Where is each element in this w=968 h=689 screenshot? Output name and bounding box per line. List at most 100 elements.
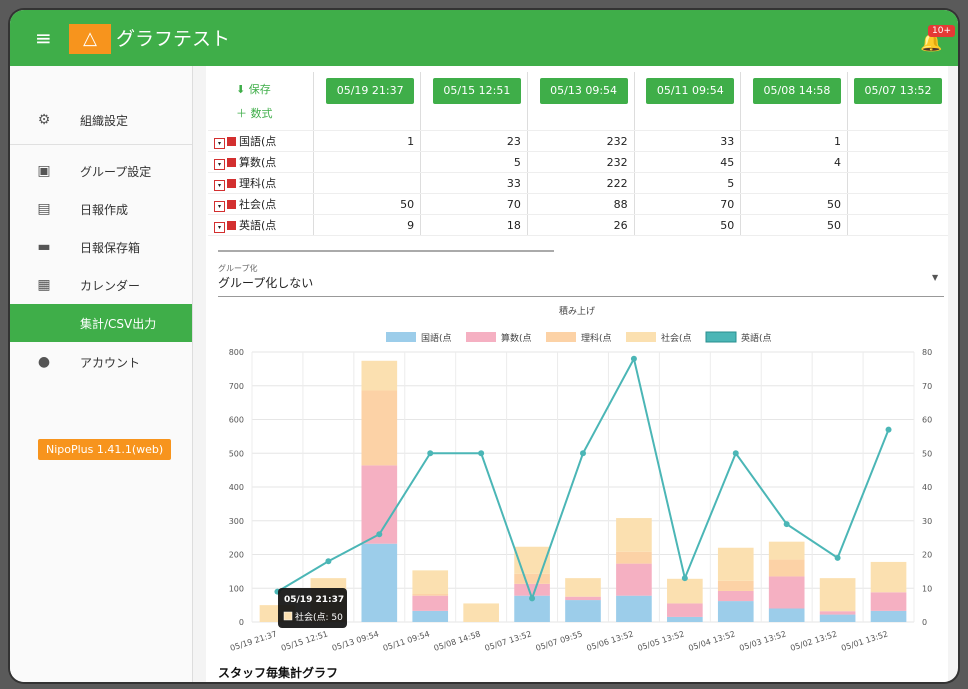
table-row: ▾ 社会(点 50 70 88 70 50 (208, 193, 948, 215)
table-cell[interactable]: 50 (634, 214, 742, 236)
table-scrollbar[interactable] (218, 250, 554, 252)
column-header-button[interactable]: 05/08 14:58 (752, 78, 841, 104)
x-tick-label: 05/04 13:52 (687, 629, 736, 653)
y-right-tick-label: 20 (922, 551, 932, 560)
legend-label: 国語(点 (421, 332, 452, 344)
legend-label: 英語(点 (741, 332, 772, 344)
bar-segment (616, 518, 652, 552)
column-header-button[interactable]: 05/13 09:54 (539, 78, 628, 104)
x-tick-label: 05/13 09:54 (331, 629, 380, 653)
column-header-button[interactable]: 05/19 21:37 (326, 78, 415, 104)
table-cell[interactable]: 50 (740, 193, 848, 215)
bar-segment (565, 600, 601, 622)
row-label[interactable]: ▾ 国語(点 (208, 130, 315, 152)
table-cell[interactable]: 50 (313, 193, 422, 215)
x-tick-label: 05/05 13:52 (636, 629, 685, 653)
sidebar-item-account[interactable]: ● アカウント (10, 343, 192, 381)
save-button[interactable]: ⬇ 保存 (236, 81, 307, 97)
table-cell[interactable]: 70 (420, 193, 528, 215)
stacked-chart: 積み上げ 国語(点 算数(点 理科(点 社会(点 英語(点 0 0 100 10 200 20 30… (229, 305, 932, 653)
table-cell[interactable] (847, 130, 948, 152)
row-label[interactable]: ▾ 算数(点 (208, 151, 315, 173)
chevron-down-icon[interactable]: ▼ (932, 273, 938, 282)
line-point (630, 355, 637, 362)
table-cell[interactable]: 18 (420, 214, 528, 236)
table-cell[interactable] (740, 172, 848, 194)
sidebar-item-report-box[interactable]: ▬ 日報保存箱 (10, 228, 192, 266)
line-point (325, 558, 332, 565)
bar-segment (514, 583, 550, 596)
table-cell[interactable]: 5 (420, 151, 528, 173)
y-right-tick-label: 30 (922, 517, 932, 526)
bar-segment (667, 603, 703, 617)
bar-segment (565, 596, 601, 601)
column-header-button[interactable]: 05/11 09:54 (646, 78, 735, 104)
sidebar-item-group-settings[interactable]: ▣ グループ設定 (10, 152, 192, 190)
row-label[interactable]: ▾ 理科(点 (208, 172, 315, 194)
sidebar: ⚙ 組織設定 ▣ グループ設定 ▤ 日報作成 ▬ 日報保存箱 ▦ カレンダー 集… (10, 66, 193, 682)
column-header-button[interactable]: 05/07 13:52 (854, 78, 942, 104)
table-cell[interactable]: 88 (527, 193, 635, 215)
y-right-tick-label: 10 (922, 584, 932, 593)
row-label[interactable]: ▾ 英語(点 (208, 214, 315, 236)
chevron-down-icon[interactable]: ▾ (214, 201, 225, 212)
sidebar-item-calendar[interactable]: ▦ カレンダー (10, 266, 192, 304)
table-cell[interactable] (847, 193, 948, 215)
table-cell[interactable]: 26 (527, 214, 635, 236)
table-cell[interactable]: 5 (634, 172, 742, 194)
gear-icon: ⚙ (37, 112, 51, 128)
table-cell[interactable] (847, 214, 948, 236)
bar-segment (667, 616, 703, 622)
table-cell[interactable]: 23 (420, 130, 528, 152)
table-cell[interactable] (313, 151, 422, 173)
chevron-down-icon[interactable]: ▾ (214, 222, 225, 233)
y-right-tick-label: 70 (922, 382, 932, 391)
line-point (681, 575, 688, 582)
chevron-down-icon[interactable]: ▾ (214, 159, 225, 170)
table-cell[interactable]: 232 (527, 130, 635, 152)
chevron-down-icon[interactable]: ▾ (214, 138, 225, 149)
version-badge: NipoPlus 1.41.1(web) (38, 439, 172, 460)
table-cell[interactable] (313, 172, 422, 194)
table-cell[interactable]: 70 (634, 193, 742, 215)
table-cell[interactable] (847, 172, 948, 194)
staff-chart-title: スタッフ毎集計グラフ (218, 666, 339, 680)
menu-icon[interactable]: ≡ (35, 28, 55, 48)
table-cell[interactable]: 9 (313, 214, 422, 236)
table-cell[interactable]: 1 (740, 130, 848, 152)
bar-segment (514, 573, 550, 584)
formula-button[interactable]: ＋ 数式 (236, 105, 307, 121)
line-point (580, 450, 586, 457)
row-label[interactable]: ▾ 社会(点 (208, 193, 315, 215)
bar-segment (616, 551, 652, 564)
x-tick-label: 05/07 13:52 (484, 629, 533, 653)
sidebar-divider (10, 144, 192, 145)
table-cell[interactable]: 232 (527, 151, 635, 173)
y-right-tick-label: 80 (922, 348, 932, 357)
table-cell[interactable]: 4 (740, 151, 848, 173)
bar-segment (870, 610, 907, 622)
table-cell[interactable] (847, 151, 948, 173)
bar-segment (463, 603, 499, 622)
table-cell[interactable]: 1 (313, 130, 422, 152)
table-actions-cell: ⬇ 保存 ＋ 数式 (208, 72, 315, 131)
bar-segment (412, 595, 449, 611)
chevron-down-icon[interactable]: ▾ (214, 180, 225, 191)
y-left-tick-label: 500 (229, 449, 244, 458)
table-cell[interactable]: 33 (634, 130, 742, 152)
table-cell[interactable]: 222 (527, 172, 635, 194)
table-cell[interactable]: 45 (634, 151, 742, 173)
grouping-select[interactable]: グループ化しない (218, 274, 313, 291)
table-icon (227, 137, 236, 146)
table-cell[interactable]: 33 (420, 172, 528, 194)
bar-segment (616, 595, 652, 622)
table-cell[interactable]: 50 (740, 214, 848, 236)
y-left-tick-label: 0 (239, 618, 244, 627)
sidebar-item-report-create[interactable]: ▤ 日報作成 (10, 190, 192, 228)
column-header-button[interactable]: 05/15 12:51 (432, 78, 521, 104)
bar-segment (361, 543, 398, 622)
sidebar-item-aggregate-csv[interactable]: 集計/CSV出力 (10, 304, 192, 342)
tooltip-text: 社会(点: 50 (295, 611, 343, 623)
sidebar-item-org-settings[interactable]: ⚙ 組織設定 (10, 101, 192, 139)
calendar-icon: ▦ (37, 277, 51, 293)
